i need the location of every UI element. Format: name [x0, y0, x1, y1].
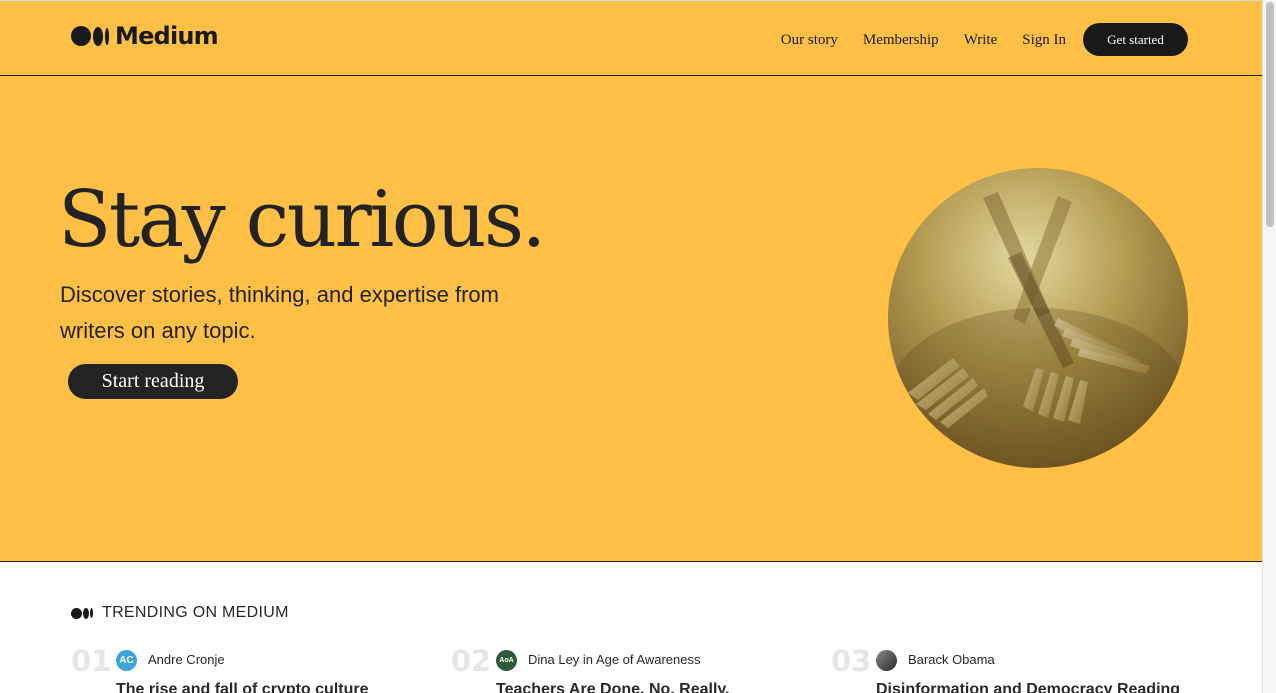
- forks-image: [888, 168, 1188, 468]
- trending-icon: [71, 607, 93, 619]
- page-scrollbar[interactable]: [1262, 0, 1276, 693]
- author-name[interactable]: Andre Cronje: [148, 652, 225, 667]
- author-name[interactable]: Dina Ley in Age of Awareness: [528, 652, 701, 667]
- hero-section: Stay curious. Discover stories, thinking…: [0, 76, 1262, 562]
- author-avatar: AoA: [496, 650, 517, 671]
- trending-number: 03: [831, 644, 872, 678]
- trending-card-3[interactable]: 03 Barack Obama Disinformation and Democ…: [831, 644, 1191, 693]
- nav-link-our-story[interactable]: Our story: [781, 24, 838, 56]
- trending-card-2[interactable]: 02 AoA Dina Ley in Age of Awareness Teac…: [451, 644, 811, 693]
- author-avatar: AC: [116, 650, 137, 671]
- nav-link-write[interactable]: Write: [964, 24, 998, 56]
- trending-number: 01: [71, 644, 112, 678]
- author-name[interactable]: Barack Obama: [908, 652, 995, 667]
- author-avatar: [876, 650, 897, 671]
- trending-heading: TRENDING ON MEDIUM: [71, 604, 289, 622]
- start-reading-button[interactable]: Start reading: [68, 364, 238, 399]
- nav-link-sign-in[interactable]: Sign In: [1022, 24, 1066, 56]
- trending-label: TRENDING ON MEDIUM: [102, 604, 289, 621]
- medium-logo[interactable]: Medium: [71, 22, 219, 50]
- hero-title: Stay curious.: [58, 175, 546, 265]
- trending-number: 02: [451, 644, 492, 678]
- story-title[interactable]: Teachers Are Done. No, Really.: [496, 681, 730, 693]
- hero-subtitle: Discover stories, thinking, and expertis…: [60, 282, 499, 343]
- trending-card-1[interactable]: 01 AC Andre Cronje The rise and fall of …: [71, 644, 431, 693]
- get-started-button[interactable]: Get started: [1083, 23, 1188, 56]
- scrollbar-thumb[interactable]: [1266, 2, 1274, 227]
- top-navigation-bar: Medium Our story Membership Write Sign I…: [0, 0, 1262, 76]
- story-title[interactable]: Disinformation and Democracy Reading: [876, 681, 1180, 693]
- story-title[interactable]: The rise and fall of crypto culture: [116, 681, 369, 693]
- header-nav: Our story Membership Write Sign In Get s…: [781, 23, 1188, 56]
- page: Medium Our story Membership Write Sign I…: [0, 0, 1262, 693]
- nav-link-membership[interactable]: Membership: [863, 24, 939, 56]
- medium-logo-icon: [71, 26, 109, 46]
- brand-name: Medium: [115, 22, 219, 50]
